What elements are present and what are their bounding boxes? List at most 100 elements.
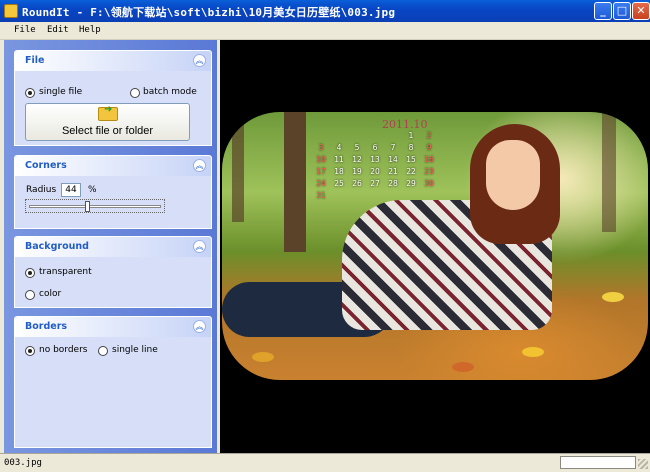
calendar-day: 3 <box>318 143 324 152</box>
batch-mode-radio[interactable] <box>130 88 140 98</box>
slider-thumb[interactable] <box>85 201 90 212</box>
corners-panel: Corners ︽ Radius 44 % <box>14 155 212 229</box>
menu-help[interactable]: Help <box>79 25 101 35</box>
maximize-button[interactable]: □ <box>613 2 631 20</box>
chevron-up-icon[interactable]: ︽ <box>193 159 206 172</box>
calendar-day: 25 <box>334 179 344 188</box>
file-panel-title: File <box>25 55 45 66</box>
menu-bar: File Edit Help <box>0 22 650 40</box>
calendar-day <box>366 130 384 142</box>
rounded-preview-image: 2011.10 1 2 3 4 5 6 7 8 9 10 11 12 13 14 15 16 17 18 19 20 2… <box>222 112 648 380</box>
face <box>486 140 540 210</box>
calendar-day: 30 <box>424 179 434 188</box>
close-button[interactable]: ✕ <box>632 2 650 20</box>
calendar-week: 10 11 12 13 14 15 16 <box>312 154 438 166</box>
tree-trunk <box>284 112 306 252</box>
calendar-day: 19 <box>352 167 362 176</box>
calendar-day: 7 <box>390 143 396 152</box>
app-icon <box>4 4 18 18</box>
single-file-radio[interactable] <box>25 88 35 98</box>
single-line-radio[interactable] <box>98 346 108 356</box>
calendar-day <box>348 130 366 142</box>
no-borders-radio[interactable] <box>25 346 35 356</box>
transparent-label[interactable]: transparent <box>39 267 92 277</box>
calendar-day: 4 <box>336 143 342 152</box>
borders-panel-header[interactable]: Borders ︽ <box>15 317 211 337</box>
chevron-up-icon[interactable]: ︽ <box>193 54 206 67</box>
calendar-day <box>384 130 402 142</box>
no-borders-label[interactable]: no borders <box>39 345 87 355</box>
single-line-label[interactable]: single line <box>112 345 158 355</box>
chevron-up-icon[interactable]: ︽ <box>193 240 206 253</box>
background-panel-header[interactable]: Background ︽ <box>15 237 211 257</box>
calendar-day: 8 <box>408 143 414 152</box>
slider-track <box>29 205 161 208</box>
calendar-day: 17 <box>316 167 326 176</box>
title-bar[interactable]: RoundIt - F:\领航下载站\soft\bizhi\10月美女日历壁纸\… <box>0 0 650 22</box>
single-file-label[interactable]: single file <box>39 87 82 97</box>
leaf <box>452 362 474 372</box>
transparent-radio[interactable] <box>25 268 35 278</box>
calendar-week: 17 18 19 20 21 22 23 <box>312 166 438 178</box>
calendar-day <box>330 190 348 202</box>
file-panel: File ︽ single file batch mode ➜ Select f… <box>14 50 212 146</box>
calendar-grid: 1 2 3 4 5 6 7 8 9 10 11 12 13 14 15 16 17 18 19 20 21 22 23 24 2… <box>312 130 438 202</box>
file-panel-header[interactable]: File ︽ <box>15 51 211 71</box>
image-preview-area: 2011.10 1 2 3 4 5 6 7 8 9 10 11 12 13 14 15 16 17 18 19 20 2… <box>220 40 650 453</box>
radius-unit: % <box>88 185 97 195</box>
calendar-day: 28 <box>388 179 398 188</box>
calendar-day: 1 <box>408 131 414 140</box>
chevron-up-icon[interactable]: ︽ <box>193 320 206 333</box>
calendar-day: 16 <box>424 155 434 164</box>
radius-input[interactable]: 44 <box>61 183 81 197</box>
calendar-day: 2 <box>426 131 432 140</box>
tree-trunk <box>602 112 616 232</box>
calendar-day: 23 <box>424 167 434 176</box>
calendar-day: 5 <box>354 143 360 152</box>
calendar-day: 31 <box>316 191 326 200</box>
menu-edit[interactable]: Edit <box>47 25 69 35</box>
background-panel-title: Background <box>25 241 89 252</box>
task-pane: File ︽ single file batch mode ➜ Select f… <box>4 40 217 453</box>
calendar-day: 15 <box>406 155 416 164</box>
roundit-window: RoundIt - F:\领航下载站\soft\bizhi\10月美女日历壁纸\… <box>0 0 650 472</box>
select-file-button[interactable]: ➜ Select file or folder <box>25 103 190 141</box>
borders-panel: Borders ︽ no borders single line <box>14 316 212 448</box>
window-title: RoundIt - F:\领航下载站\soft\bizhi\10月美女日历壁纸\… <box>22 6 396 19</box>
calendar-day: 26 <box>352 179 362 188</box>
calendar-day <box>330 130 348 142</box>
resize-grip-icon[interactable] <box>638 459 648 469</box>
calendar-day: 20 <box>370 167 380 176</box>
calendar-day <box>312 130 330 142</box>
arrow-icon: ➜ <box>104 104 113 115</box>
calendar-day: 12 <box>352 155 362 164</box>
calendar-week: 24 25 26 27 28 29 30 <box>312 178 438 190</box>
leaf <box>252 352 274 362</box>
leaf <box>602 292 624 302</box>
radius-slider[interactable] <box>25 199 165 213</box>
corners-panel-title: Corners <box>25 160 67 171</box>
status-bar: 003.jpg <box>0 453 650 472</box>
background-panel: Background ︽ transparent color <box>14 236 212 308</box>
color-radio[interactable] <box>25 290 35 300</box>
select-file-button-label: Select file or folder <box>61 125 154 137</box>
color-label[interactable]: color <box>39 289 61 299</box>
calendar-day: 10 <box>316 155 326 164</box>
calendar-day: 18 <box>334 167 344 176</box>
calendar-day: 22 <box>406 167 416 176</box>
menu-file[interactable]: File <box>14 25 36 35</box>
calendar-day: 27 <box>370 179 380 188</box>
calendar-day: 13 <box>370 155 380 164</box>
calendar-day: 6 <box>372 143 378 152</box>
leaf <box>522 347 544 357</box>
status-filename: 003.jpg <box>4 458 42 468</box>
minimize-button[interactable]: _ <box>594 2 612 20</box>
calendar-day: 24 <box>316 179 326 188</box>
borders-panel-title: Borders <box>25 321 68 332</box>
batch-mode-label[interactable]: batch mode <box>143 87 197 97</box>
corners-panel-header[interactable]: Corners ︽ <box>15 156 211 176</box>
radius-label: Radius <box>26 185 57 195</box>
status-panel <box>560 456 636 469</box>
calendar-day <box>366 190 384 202</box>
calendar-day: 14 <box>388 155 398 164</box>
